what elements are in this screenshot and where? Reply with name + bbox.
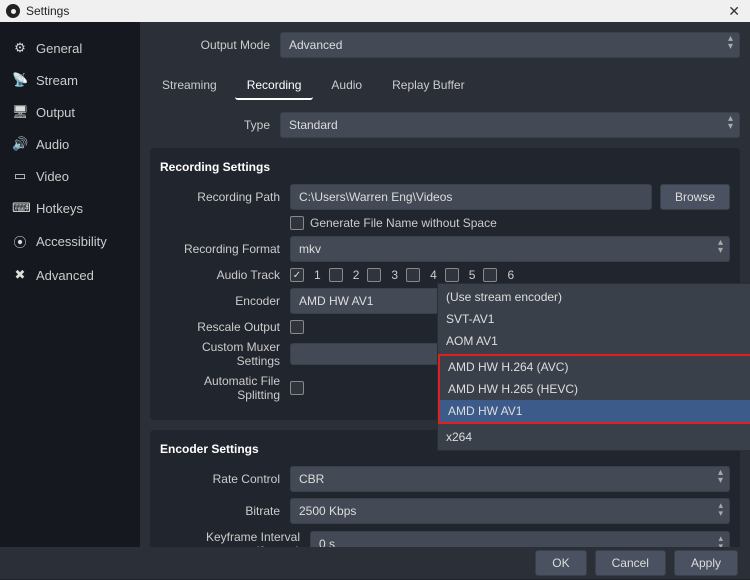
output-mode-label: Output Mode bbox=[150, 38, 280, 52]
keyframe-input[interactable]: 0 s ▴▾ bbox=[310, 531, 730, 547]
tab-replay-buffer[interactable]: Replay Buffer bbox=[380, 72, 477, 100]
audio-track-2[interactable]: 2 bbox=[329, 268, 360, 282]
gear-icon: ⚙ bbox=[12, 40, 28, 56]
chevron-updown-icon: ▴▾ bbox=[728, 115, 733, 131]
rate-control-label: Rate Control bbox=[160, 472, 290, 486]
custom-muxer-label: Custom Muxer Settings bbox=[160, 340, 290, 368]
apply-button[interactable]: Apply bbox=[674, 550, 738, 576]
sidebar-item-video[interactable]: ▭ Video bbox=[0, 160, 140, 192]
sidebar-item-label: Advanced bbox=[36, 268, 94, 283]
stepper-icon[interactable]: ▴▾ bbox=[718, 501, 723, 517]
video-icon: ▭ bbox=[12, 168, 28, 184]
stepper-icon[interactable]: ▴▾ bbox=[718, 534, 723, 547]
no-space-checkbox[interactable]: Generate File Name without Space bbox=[290, 216, 497, 230]
recording-format-select[interactable]: mkv ▴▾ bbox=[290, 236, 730, 262]
sidebar-item-accessibility[interactable]: ⦿ Accessibility bbox=[0, 224, 140, 259]
sidebar-item-audio[interactable]: 🔊 Audio bbox=[0, 128, 140, 160]
auto-split-checkbox[interactable] bbox=[290, 381, 304, 395]
type-label: Type bbox=[150, 118, 280, 132]
output-tabs: Streaming Recording Audio Replay Buffer bbox=[150, 72, 740, 100]
bitrate-input[interactable]: 2500 Kbps ▴▾ bbox=[290, 498, 730, 524]
tab-recording[interactable]: Recording bbox=[235, 72, 314, 100]
audio-track-4[interactable]: 4 bbox=[406, 268, 437, 282]
sidebar-item-label: General bbox=[36, 41, 82, 56]
audio-track-label: Audio Track bbox=[160, 268, 290, 282]
sidebar-item-label: Output bbox=[36, 105, 75, 120]
encoder-option[interactable]: AOM AV1 bbox=[438, 330, 750, 352]
tab-audio[interactable]: Audio bbox=[319, 72, 374, 100]
sidebar-item-label: Stream bbox=[36, 73, 78, 88]
highlighted-group: AMD HW H.264 (AVC) AMD HW H.265 (HEVC) A… bbox=[438, 354, 750, 424]
checkbox-icon bbox=[290, 216, 304, 230]
sidebar-item-label: Audio bbox=[36, 137, 69, 152]
encoder-option[interactable]: AMD HW H.265 (HEVC) bbox=[440, 378, 750, 400]
recording-path-label: Recording Path bbox=[160, 190, 290, 204]
titlebar: Settings ✕ bbox=[0, 0, 750, 22]
audio-track-5[interactable]: 5 bbox=[445, 268, 476, 282]
tab-streaming[interactable]: Streaming bbox=[150, 72, 229, 100]
rescale-output-label: Rescale Output bbox=[160, 320, 290, 334]
audio-track-3[interactable]: 3 bbox=[367, 268, 398, 282]
main-panel: Output Mode Advanced ▴▾ Streaming Record… bbox=[140, 22, 750, 547]
speaker-icon: 🔊 bbox=[12, 136, 28, 152]
sidebar-item-hotkeys[interactable]: ⌨ Hotkeys bbox=[0, 192, 140, 224]
auto-split-label: Automatic File Splitting bbox=[160, 374, 290, 402]
output-mode-select[interactable]: Advanced ▴▾ bbox=[280, 32, 740, 58]
window-title: Settings bbox=[26, 4, 724, 18]
tools-icon: ✖ bbox=[12, 267, 28, 283]
keyframe-label: Keyframe Interval (0=auto) bbox=[160, 530, 310, 547]
encoder-option[interactable]: x264 bbox=[438, 426, 750, 448]
rate-control-select[interactable]: CBR ▴▾ bbox=[290, 466, 730, 492]
encoder-option[interactable]: SVT-AV1 bbox=[438, 308, 750, 330]
encoder-label: Encoder bbox=[160, 294, 290, 308]
chevron-updown-icon: ▴▾ bbox=[728, 35, 733, 51]
audio-track-1[interactable]: ✓1 bbox=[290, 268, 321, 282]
footer: OK Cancel Apply bbox=[0, 547, 750, 579]
type-select[interactable]: Standard ▴▾ bbox=[280, 112, 740, 138]
cancel-button[interactable]: Cancel bbox=[595, 550, 666, 576]
keyboard-icon: ⌨ bbox=[12, 200, 28, 216]
encoder-option[interactable]: (Use stream encoder) bbox=[438, 286, 750, 308]
sidebar-item-label: Video bbox=[36, 169, 69, 184]
sidebar-item-output[interactable]: 🖥 Output bbox=[0, 96, 140, 128]
chevron-updown-icon: ▴▾ bbox=[718, 239, 723, 255]
monitor-icon: 🖥 bbox=[12, 104, 28, 120]
audio-track-group: ✓1 2 3 4 5 6 bbox=[290, 268, 514, 282]
app-icon bbox=[6, 4, 20, 18]
browse-button[interactable]: Browse bbox=[660, 184, 730, 210]
recording-settings-heading: Recording Settings bbox=[160, 160, 730, 174]
sidebar-item-label: Accessibility bbox=[36, 234, 107, 249]
recording-path-input[interactable]: C:\Users\Warren Eng\Videos bbox=[290, 184, 652, 210]
sidebar-item-stream[interactable]: 📡 Stream bbox=[0, 64, 140, 96]
encoder-option[interactable]: AMD HW H.264 (AVC) bbox=[440, 356, 750, 378]
sidebar-item-label: Hotkeys bbox=[36, 201, 83, 216]
accessibility-icon: ⦿ bbox=[12, 232, 28, 251]
recording-format-label: Recording Format bbox=[160, 242, 290, 256]
ok-button[interactable]: OK bbox=[535, 550, 586, 576]
sidebar: ⚙ General 📡 Stream 🖥 Output 🔊 Audio ▭ Video ⌨… bbox=[0, 22, 140, 547]
sidebar-item-general[interactable]: ⚙ General bbox=[0, 32, 140, 64]
chevron-updown-icon: ▴▾ bbox=[718, 469, 723, 485]
close-icon[interactable]: ✕ bbox=[724, 3, 744, 20]
sidebar-item-advanced[interactable]: ✖ Advanced bbox=[0, 259, 140, 291]
antenna-icon: 📡 bbox=[12, 72, 28, 88]
audio-track-6[interactable]: 6 bbox=[483, 268, 514, 282]
rescale-checkbox[interactable] bbox=[290, 320, 304, 334]
encoder-option-selected[interactable]: AMD HW AV1 bbox=[440, 400, 750, 422]
bitrate-label: Bitrate bbox=[160, 504, 290, 518]
encoder-dropdown[interactable]: (Use stream encoder) SVT-AV1 AOM AV1 AMD… bbox=[437, 283, 750, 451]
